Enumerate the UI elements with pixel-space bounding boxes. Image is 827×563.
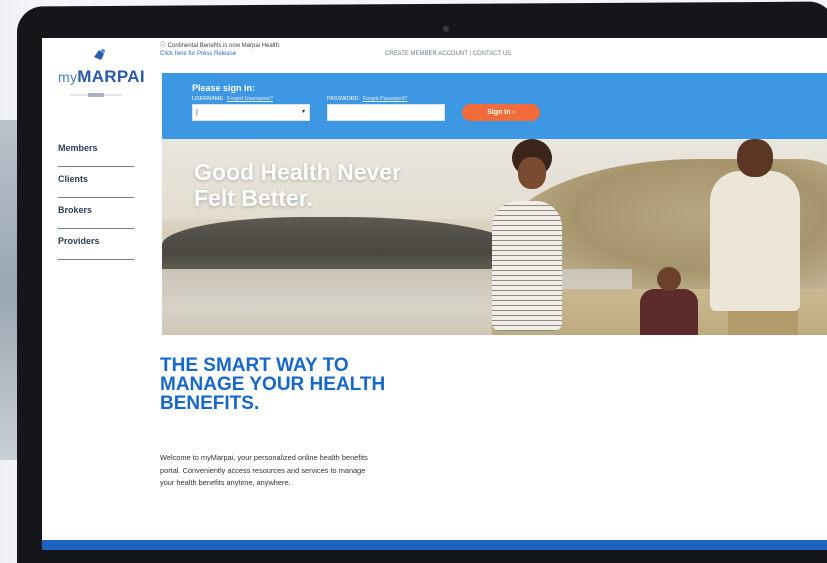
create-account-link[interactable]: CREATE MEMBER ACCOUNT — [385, 51, 468, 57]
browser-viewport: myMARPAI Members Clients Brokers Provide… — [42, 38, 827, 550]
chevron-down-icon[interactable]: ▾ — [302, 105, 305, 120]
contact-us-link[interactable]: CONTACT US — [473, 51, 511, 57]
hero-man-face — [737, 139, 773, 177]
password-input[interactable] — [327, 104, 445, 121]
webcam-icon — [443, 25, 449, 32]
login-panel: Please sign in: USERNAME Forgot Username?… — [162, 73, 827, 139]
hero-child-face — [657, 267, 681, 291]
sign-in-button[interactable]: Sign In › — [462, 104, 540, 121]
sidebar-nav: Members Clients Brokers Providers — [58, 136, 134, 260]
press-release-link[interactable]: Click here for Press Release — [160, 50, 279, 58]
sidebar-item-members[interactable]: Members — [58, 136, 134, 167]
logo-tagline-graphic — [70, 93, 122, 97]
sidebar: myMARPAI Members Clients Brokers Provide… — [42, 38, 162, 550]
password-label-group: PASSWORD Forgot Password? — [327, 96, 407, 102]
username-cursor: | — [196, 109, 198, 116]
announcement-text: Continental Benefits is now Marpai Healt… — [167, 43, 280, 49]
logo-prefix: my — [58, 69, 78, 85]
info-icon: ⓘ — [160, 43, 168, 49]
site-logo[interactable]: myMARPAI — [58, 67, 145, 87]
top-links-separator: | — [469, 51, 472, 57]
username-label-group: USERNAME Forgot Username? — [192, 96, 273, 102]
logo-wordmark: MARPAI — [77, 67, 145, 86]
hero-man — [710, 171, 800, 311]
intro-paragraph: Welcome to myMarpai, your personalized o… — [160, 453, 368, 487]
forgot-password-link[interactable]: Forgot Password? — [363, 96, 408, 102]
hero-woman-face — [518, 157, 546, 189]
hero-image: Good Health Never Felt Better. — [162, 139, 827, 335]
page-headline: THE SMART WAY TO MANAGE YOUR HEALTH BENE… — [160, 355, 386, 414]
username-label: USERNAME — [192, 96, 224, 102]
login-title: Please sign in: — [192, 83, 256, 93]
footer-bar — [42, 540, 827, 550]
hero-title: Good Health Never Felt Better. — [194, 159, 402, 211]
username-input[interactable]: | ▾ — [192, 104, 310, 121]
top-links: CREATE MEMBER ACCOUNT | CONTACT US — [385, 51, 511, 57]
password-label: PASSWORD — [327, 96, 359, 102]
announcement-banner: ⓘ Continental Benefits is now Marpai Hea… — [160, 42, 279, 58]
sidebar-item-brokers[interactable]: Brokers — [58, 198, 134, 229]
hero-woman — [492, 201, 562, 331]
sidebar-item-providers[interactable]: Providers — [58, 229, 134, 260]
hero-child — [640, 289, 698, 335]
logo-subtitle-graphic — [68, 90, 124, 100]
marpai-logo-icon — [94, 49, 105, 60]
sidebar-item-clients[interactable]: Clients — [58, 167, 134, 198]
forgot-username-link[interactable]: Forgot Username? — [227, 96, 273, 102]
